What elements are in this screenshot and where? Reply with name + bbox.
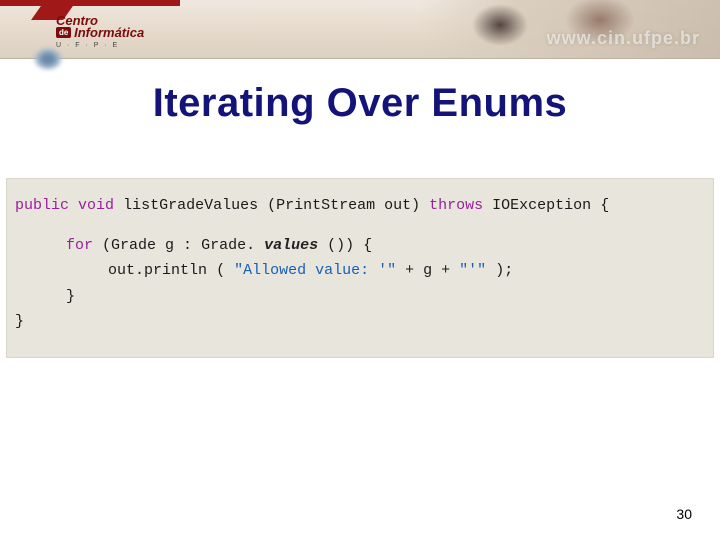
method-name: listGradeValues — [123, 197, 258, 214]
print-close: ); — [495, 262, 513, 279]
logo-text-block: Centro de Informática U · F · P · E — [56, 14, 144, 49]
string-2: "'" — [459, 262, 486, 279]
logo-red-bar — [0, 0, 180, 6]
sig-params: (PrintStream out) — [267, 197, 429, 214]
code-line-2: for (Grade g : Grade. values ()) { — [15, 233, 705, 259]
brace-inner: } — [66, 288, 75, 305]
kw-void: void — [78, 197, 114, 214]
for-tail: ()) { — [327, 237, 372, 254]
println-obj: out.println — [108, 262, 207, 279]
banner-url: www.cin.ufpe.br — [547, 28, 700, 49]
kw-for: for — [66, 237, 93, 254]
values-call: values — [264, 237, 318, 254]
print-open: ( — [216, 262, 225, 279]
string-1: "Allowed value: '" — [234, 262, 396, 279]
for-head: (Grade g : Grade. — [102, 237, 255, 254]
plus-1: + g + — [405, 262, 459, 279]
code-line-5: } — [15, 309, 705, 335]
brace-outer: } — [15, 313, 24, 330]
slide-title: Iterating Over Enums — [0, 81, 720, 126]
kw-throws: throws — [429, 197, 483, 214]
header-banner: Centro de Informática U · F · P · E www.… — [0, 0, 720, 59]
sig-tail: IOException { — [492, 197, 609, 214]
code-line-1: public void listGradeValues (PrintStream… — [15, 193, 705, 219]
logo-blur-icon — [34, 48, 62, 70]
logo-de-badge: de — [56, 27, 71, 38]
code-block: public void listGradeValues (PrintStream… — [6, 178, 714, 358]
logo-line2: Informática — [74, 25, 144, 40]
page-number: 30 — [676, 506, 692, 522]
kw-public: public — [15, 197, 69, 214]
code-line-3: out.println ( "Allowed value: '" + g + "… — [15, 258, 705, 284]
logo-ufpe: U · F · P · E — [56, 42, 144, 49]
code-line-4: } — [15, 284, 705, 310]
